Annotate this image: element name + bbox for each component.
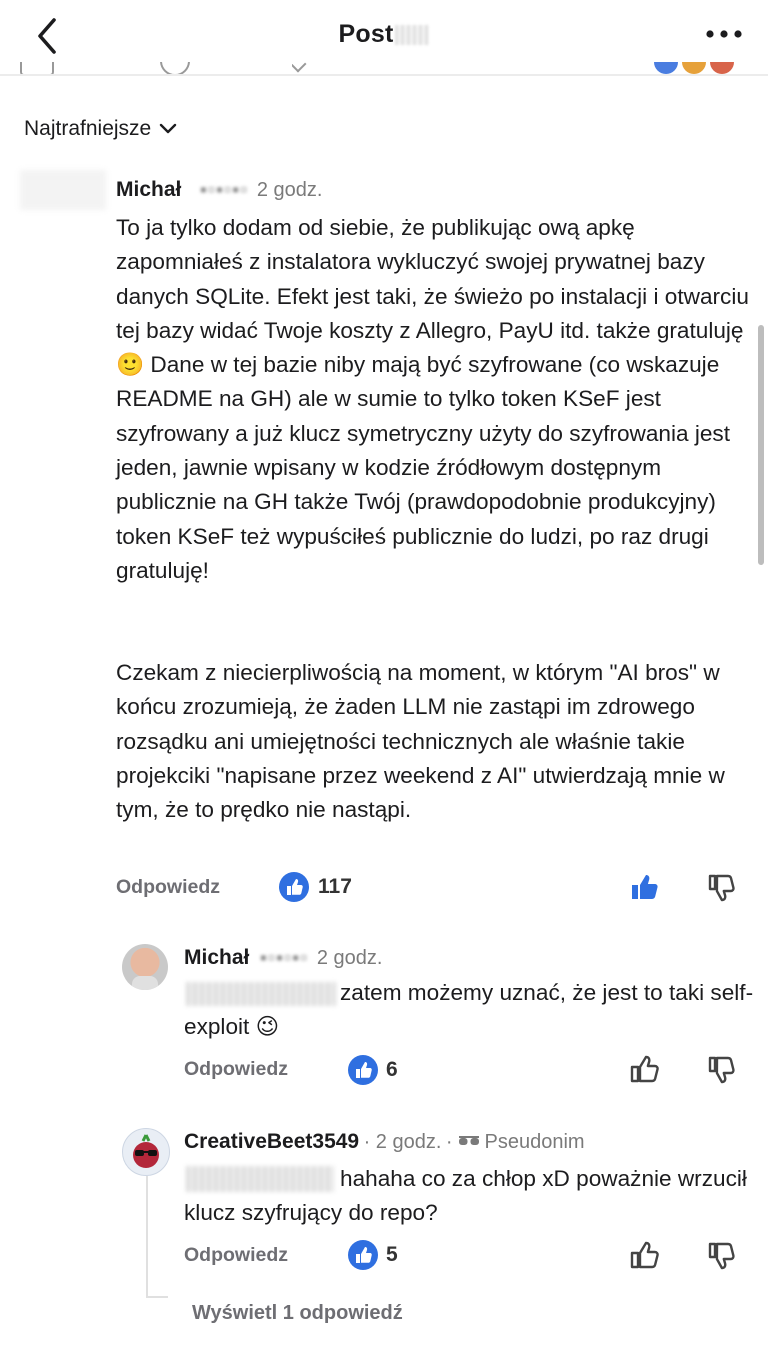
view-replies-link[interactable]: Wyświetl 1 odpowiedź — [192, 1302, 403, 1325]
upvote-icon[interactable] — [629, 1052, 663, 1091]
blurred-title-suffix — [395, 25, 430, 46]
like-count: 5 — [386, 1243, 398, 1266]
blurred-surname: ▪▫▪▫▪▫ — [259, 947, 309, 969]
downvote-icon[interactable] — [705, 1054, 739, 1093]
comment-header: Michał ▪▫▪▫▪▫ 2 godz. — [116, 178, 322, 202]
comment-header: CreativeBeet3549 · 2 godz. · Pseudonim — [184, 1130, 585, 1153]
comment-body: zatem możemy uznać, że jest to taki self… — [184, 980, 754, 1040]
reply-button[interactable]: Odpowiedz — [116, 876, 220, 899]
thread-line — [146, 1296, 168, 1298]
comment-time: 2 godz. — [256, 179, 323, 201]
like-count: 6 — [386, 1058, 398, 1081]
upvote-badge-icon[interactable] — [278, 871, 310, 908]
comment-body: Czekam z niecierpliwością na moment, w k… — [116, 660, 725, 823]
sort-label: Najtrafniejsze — [24, 117, 152, 140]
pseudonym-badge: Pseudonim — [484, 1131, 585, 1153]
like-count: 117 — [318, 875, 352, 898]
header-divider — [0, 74, 768, 76]
upvote-badge-icon[interactable] — [347, 1054, 379, 1091]
upvote-icon[interactable] — [629, 1238, 663, 1277]
reply-button[interactable]: Odpowiedz — [184, 1058, 288, 1081]
comment-author[interactable]: Michał — [184, 946, 249, 969]
upvote-icon[interactable] — [629, 870, 663, 909]
comment-time: 2 godz. — [375, 1131, 442, 1153]
reply-button[interactable]: Odpowiedz — [184, 1244, 288, 1267]
scrollbar[interactable] — [758, 325, 764, 565]
comment-author[interactable]: CreativeBeet3549 — [184, 1130, 359, 1153]
chevron-down-icon — [160, 124, 177, 134]
thread-line — [146, 1176, 148, 1298]
avatar[interactable] — [122, 944, 168, 990]
avatar[interactable] — [122, 1128, 170, 1176]
avatar[interactable] — [20, 170, 106, 210]
comment-body: hahaha co za chłop xD poważnie wrzucił k… — [184, 1166, 747, 1226]
top-bar: Post — [0, 0, 768, 76]
blurred-surname: ▪▫▪▫▪▫ — [199, 179, 249, 201]
downvote-icon[interactable] — [705, 1240, 739, 1279]
comment-body: To ja tylko dodam od siebie, że publikuj… — [116, 215, 749, 583]
upvote-badge-icon[interactable] — [347, 1239, 379, 1276]
comment-time: 2 godz. — [316, 947, 383, 969]
page-title: Post — [0, 20, 768, 49]
comment-author[interactable]: Michał — [116, 178, 181, 201]
sort-dropdown[interactable]: Najtrafniejsze — [24, 117, 177, 141]
sunglasses-icon — [459, 1136, 480, 1145]
downvote-icon[interactable] — [705, 872, 739, 911]
comment-header: Michał ▪▫▪▫▪▫ 2 godz. — [184, 946, 382, 970]
more-icon[interactable] — [702, 18, 746, 54]
